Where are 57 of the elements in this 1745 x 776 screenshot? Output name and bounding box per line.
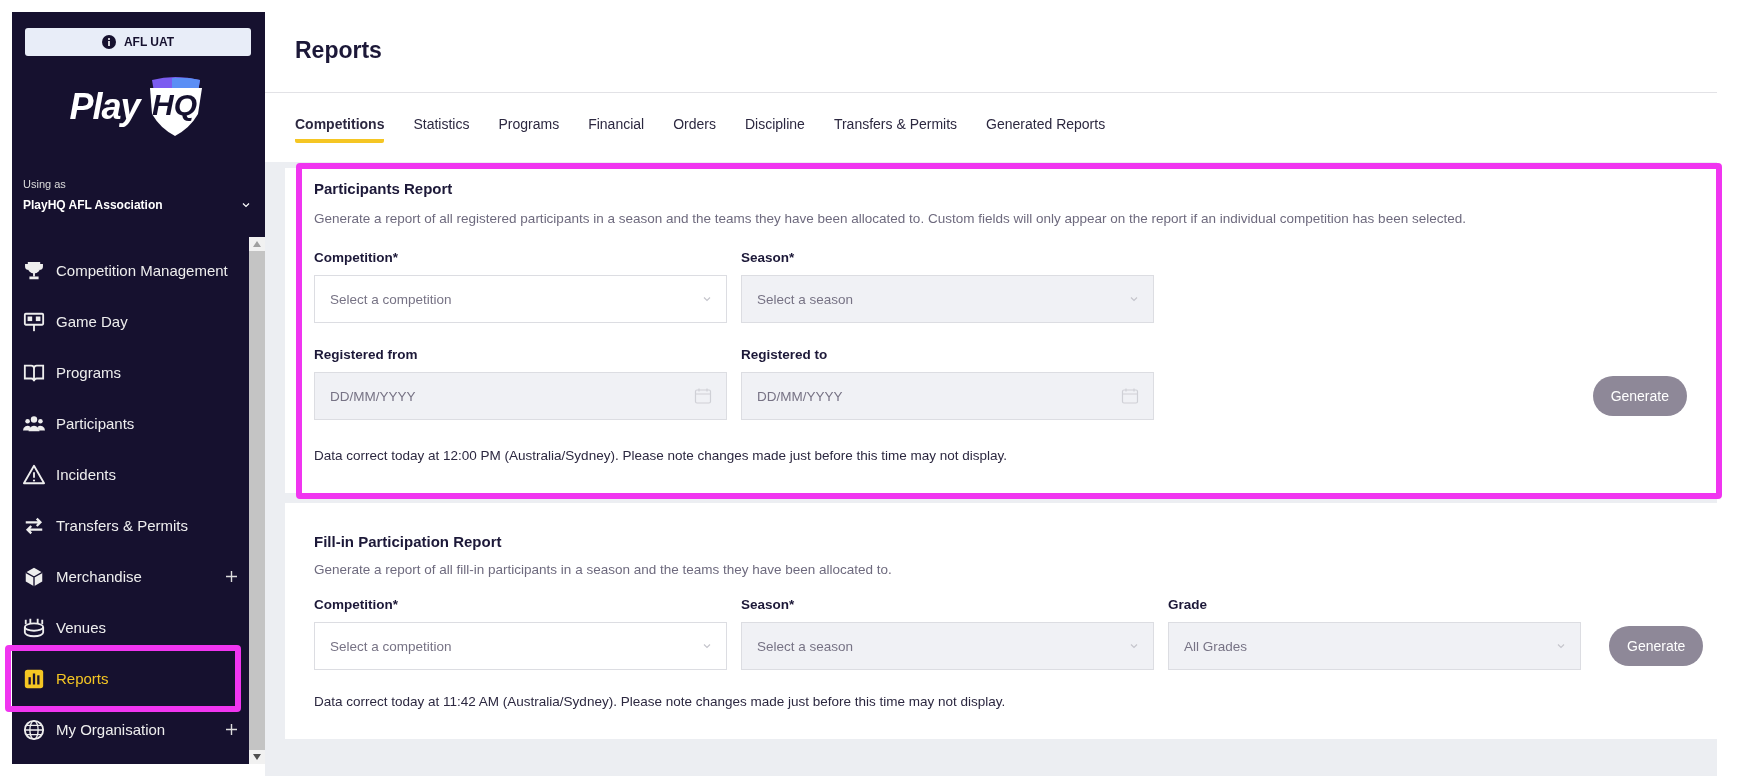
- tab[interactable]: Orders: [673, 115, 716, 143]
- plus-icon[interactable]: [226, 571, 237, 582]
- chevron-down-icon: [1129, 641, 1139, 651]
- field-label: Grade: [1168, 597, 1209, 612]
- tab[interactable]: Competitions: [295, 115, 385, 143]
- trophy-icon: [23, 259, 45, 282]
- field-label: Season*: [741, 250, 796, 265]
- warning-icon: [23, 463, 45, 486]
- data-note: Data correct today at 11:42 AM (Australia/Sydney). Please note changes made just before this time may not display.: [314, 694, 1007, 709]
- nav-item[interactable]: Venues: [12, 602, 249, 653]
- chevron-down-icon: [1129, 294, 1139, 304]
- report-title: Participants Report: [314, 180, 454, 197]
- chevron-down-icon: [702, 641, 712, 651]
- nav-item[interactable]: Transfers & Permits: [12, 500, 249, 551]
- report-description: Generate a report of all fill-in participants in a season and the teams they have been allocated to.: [314, 562, 893, 577]
- logo-wordmark: Play: [69, 86, 140, 128]
- info-icon: [101, 35, 116, 49]
- calendar-icon: [1121, 387, 1139, 405]
- globe-icon: [23, 718, 45, 741]
- report-description: Generate a report of all registered participants in a season and the teams they have been allocated to. Custom fields will only appear on the report if an individual competition has been selected.: [314, 211, 1467, 226]
- account-name[interactable]: PlayHQ AFL Association: [23, 198, 163, 212]
- field-label: Registered to: [741, 347, 829, 362]
- bar-chart-icon: [23, 667, 45, 690]
- tab[interactable]: Transfers & Permits: [833, 115, 958, 143]
- nav-item[interactable]: Reports: [12, 653, 235, 704]
- nav-item[interactable]: Incidents: [12, 449, 249, 500]
- data-note: Data correct today at 12:00 PM (Australia/Sydney). Please note changes made just before this time may not display.: [314, 448, 1009, 463]
- field-label: Registered from: [314, 347, 419, 362]
- account-caption: Using as: [23, 178, 67, 190]
- select-field[interactable]: Select a competition: [314, 275, 727, 323]
- tab[interactable]: Financial: [588, 115, 645, 143]
- nav-item[interactable]: Competition Management: [12, 245, 249, 296]
- box-icon: [23, 565, 45, 588]
- chevron-down-icon: [241, 200, 251, 210]
- field-label: Season*: [741, 597, 796, 612]
- select-field[interactable]: Select a competition: [314, 622, 727, 670]
- report-title: Fill-in Participation Report: [314, 533, 503, 550]
- nav-item[interactable]: Merchandise: [12, 551, 249, 602]
- environment-label: AFL UAT: [123, 35, 175, 49]
- chevron-down-icon: [1556, 641, 1566, 651]
- field-label: Competition*: [314, 250, 399, 265]
- nav-item[interactable]: Programs: [12, 347, 249, 398]
- tab[interactable]: Programs: [498, 115, 560, 143]
- chevron-down-icon: [702, 294, 712, 304]
- plus-icon[interactable]: [226, 724, 237, 735]
- field-label: Competition*: [314, 597, 399, 612]
- tab[interactable]: Generated Reports: [986, 115, 1106, 143]
- nav-item[interactable]: Participants: [12, 398, 249, 449]
- scoreboard-icon: [23, 310, 45, 333]
- stadium-icon: [23, 616, 45, 639]
- nav-item[interactable]: My Organisation: [12, 704, 249, 755]
- page-title: Reports: [295, 36, 382, 64]
- calendar-icon: [694, 387, 712, 405]
- tab[interactable]: Statistics: [413, 115, 470, 143]
- scroll-down-icon[interactable]: [253, 754, 261, 760]
- nav-item[interactable]: Game Day: [12, 296, 249, 347]
- tab[interactable]: Discipline: [745, 115, 805, 143]
